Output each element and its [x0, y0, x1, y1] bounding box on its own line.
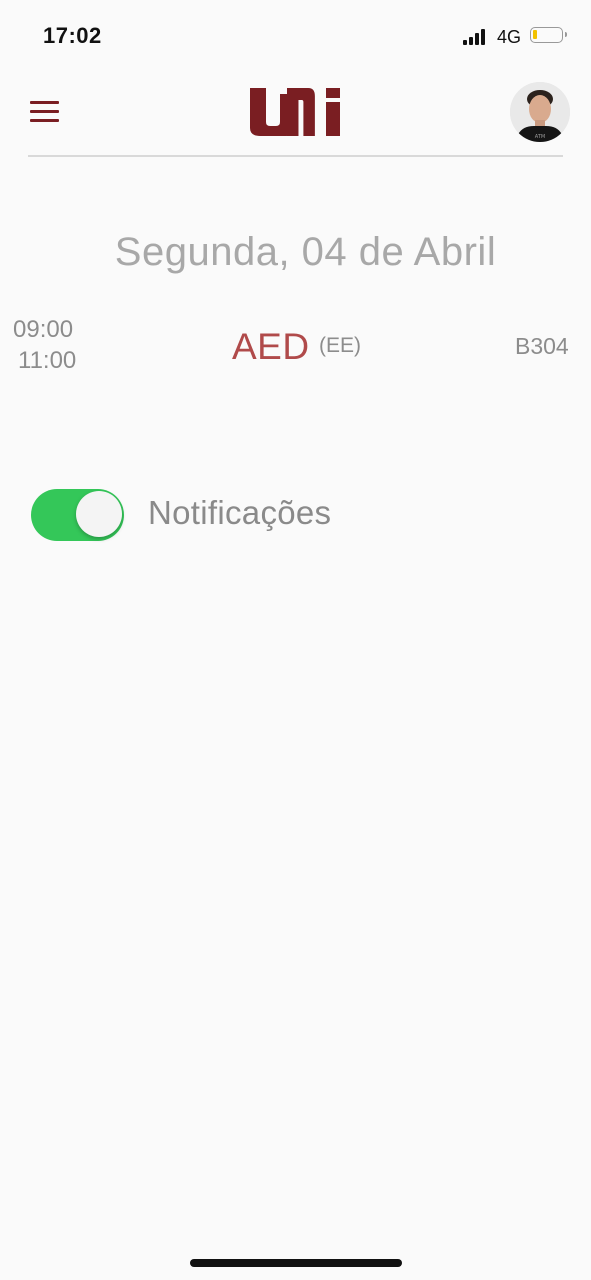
- status-time: 17:02: [43, 23, 102, 48]
- network-type: 4G: [497, 27, 522, 47]
- notifications-label: Notificações: [148, 494, 332, 531]
- battery-icon: [530, 27, 567, 43]
- home-indicator[interactable]: [190, 1259, 402, 1267]
- class-start-time: 09:00: [13, 316, 74, 343]
- hamburger-menu-icon[interactable]: [30, 101, 59, 123]
- user-profile-photo: ATM: [510, 82, 570, 142]
- notifications-toggle[interactable]: [31, 489, 124, 541]
- schedule-date-title: Segunda, 04 de Abril: [114, 230, 497, 274]
- app-screen: 17:02 4G ATM Segunda, 04 de Abril 09:00 …: [0, 0, 591, 1280]
- class-row[interactable]: 09:00 11:00 AED (EE) B304: [0, 312, 591, 382]
- header-divider: [28, 155, 563, 157]
- class-course-type: (EE): [319, 334, 361, 357]
- svg-text:ATM: ATM: [535, 134, 545, 140]
- class-course-name: AED: [232, 326, 310, 367]
- signal-icon: [463, 29, 491, 45]
- class-end-time: 11:00: [18, 347, 77, 374]
- class-room: B304: [515, 333, 569, 359]
- uni-logo: [250, 88, 340, 136]
- user-avatar[interactable]: ATM: [510, 82, 570, 142]
- toggle-knob: [76, 491, 122, 537]
- battery-level: [533, 30, 537, 39]
